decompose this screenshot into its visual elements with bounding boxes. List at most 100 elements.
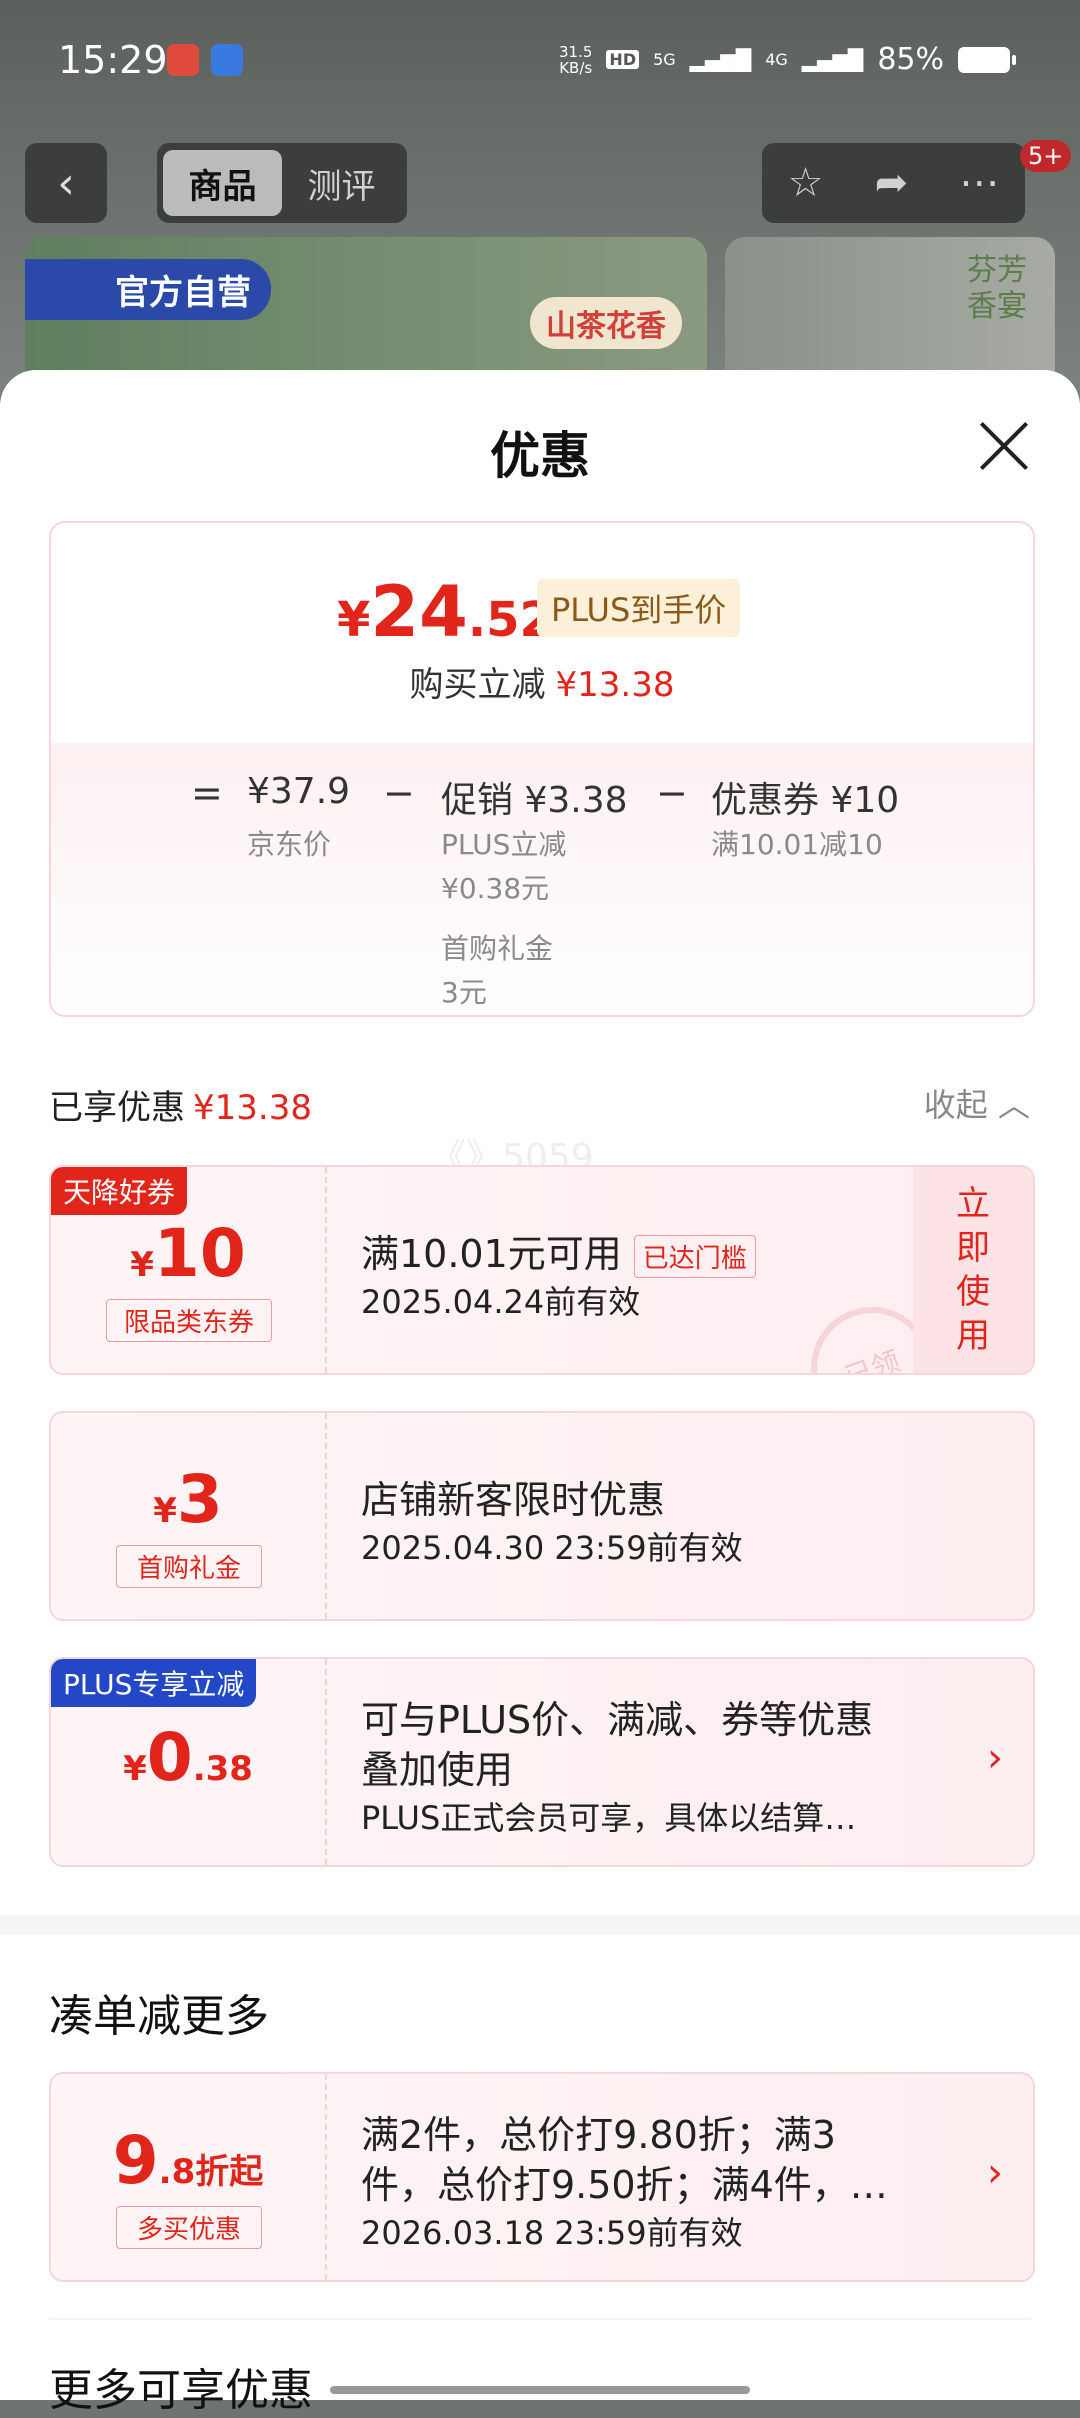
- section-separator: [0, 1915, 1080, 1935]
- flower-tag: 山茶花香: [530, 297, 682, 349]
- app-notification-icon: [167, 44, 199, 76]
- back-button[interactable]: ‹: [25, 143, 107, 223]
- plus-reduction-value: ¥0.38元: [441, 872, 550, 905]
- use-now-button[interactable]: 立即使用: [913, 1167, 1033, 1373]
- coupon-corner-tag: PLUS专享立减: [51, 1659, 257, 1707]
- bulk-discount-line2: 件，总价打9.50折；满4件，…: [361, 2163, 888, 2207]
- status-time: 15:29: [58, 38, 168, 82]
- more-deals-title: 凑单减更多: [49, 1991, 269, 2042]
- brand-tag: 官方自营: [25, 259, 271, 320]
- coupon-card-1[interactable]: 天降好券 ¥10 限品类东券 满10.01元可用 已达门槛 2025.04.24前…: [49, 1165, 1035, 1375]
- coupon-divider: [325, 1413, 327, 1619]
- final-price-yen: ¥: [337, 592, 371, 648]
- coupon-type: 首购礼金: [116, 1545, 262, 1588]
- coupon-corner-tag: 天降好券: [51, 1167, 188, 1215]
- coupon-value-dec: .38: [192, 1749, 253, 1789]
- chevron-up-icon: ︿: [997, 1086, 1030, 1124]
- back-icon: ‹: [57, 157, 75, 209]
- coupon-value-num: 0: [146, 1719, 193, 1796]
- instant-discount: 购买立减 ¥13.38: [51, 657, 1033, 706]
- enjoyed-discount: 已享优惠 ¥13.38: [49, 1080, 312, 1129]
- coupon-expiry: 2025.04.30 23:59前有效: [361, 1529, 743, 1567]
- price-summary: ¥24.52 PLUS到手价 购买立减 ¥13.38 = ¥37.9 京东价 − …: [49, 521, 1035, 1017]
- threshold-reached-badge: 已达门槛: [633, 1235, 756, 1278]
- equals-sign: =: [191, 771, 223, 815]
- coupon-value: ¥3: [51, 1461, 325, 1538]
- bulk-discount-num: 9: [112, 2122, 159, 2199]
- minus-sign-2: −: [656, 771, 688, 815]
- share-icon[interactable]: ➦: [875, 160, 909, 206]
- coupon-value: ¥0.38: [51, 1719, 325, 1796]
- coupon-value-num: 10: [153, 1215, 246, 1292]
- enjoyed-label: 已享优惠: [49, 1088, 185, 1128]
- battery-icon: [958, 46, 1016, 73]
- coupon-card-3[interactable]: PLUS专享立减 ¥0.38 可与PLUS价、满减、券等优惠 叠加使用 PLUS…: [49, 1657, 1035, 1867]
- first-purchase-label: 首购礼金: [441, 932, 554, 965]
- first-purchase-value: 3元: [441, 976, 487, 1009]
- coupon-value-yen: ¥: [153, 1491, 177, 1531]
- bulk-discount-card[interactable]: 9.8折起 多买优惠 满2件，总价打9.80折；满3 件，总价打9.50折；满4…: [49, 2072, 1035, 2282]
- coupon-value-num: 3: [176, 1461, 223, 1538]
- coupon-amount: 优惠券 ¥10: [711, 780, 900, 821]
- bulk-discount-expiry: 2026.03.18 23:59前有效: [361, 2214, 743, 2252]
- jd-price-label: 京东价: [247, 828, 332, 861]
- enjoyed-amount: ¥13.38: [193, 1088, 312, 1128]
- bulk-discount-dec: .8折起: [158, 2152, 264, 2192]
- coupon-value-yen: ¥: [123, 1749, 147, 1789]
- coupon-condition-text: 店铺新客限时优惠: [361, 1478, 666, 1522]
- coupon-expiry: 2025.04.24前有效: [361, 1283, 641, 1321]
- status-bar: 15:29 31.5 KB/s HD 5G ▂▄▆█ 4G ▂▄▆█ 85%: [0, 0, 1080, 120]
- sheet-title: 优惠: [490, 427, 590, 485]
- plus-price-tag: PLUS到手价: [537, 579, 741, 637]
- collapse-label: 收起: [923, 1086, 988, 1124]
- home-indicator[interactable]: [330, 2386, 750, 2394]
- coupon-divider: [325, 1659, 327, 1865]
- tab-review[interactable]: 测评: [282, 150, 401, 216]
- collapse-button[interactable]: 收起 ︿: [924, 1080, 1030, 1126]
- star-icon[interactable]: ☆: [788, 160, 824, 206]
- jd-price: ¥37.9: [247, 771, 351, 812]
- coupon-divider: [325, 1167, 327, 1373]
- nav-actions: ☆ ➦ ⋯: [762, 143, 1025, 223]
- discount-sheet: 优惠 ¥24.52 PLUS到手价 购买立减 ¥13.38 = ¥37.9 京东价…: [0, 370, 1080, 2416]
- signal-4g-icon: 4G: [765, 50, 788, 69]
- chevron-right-icon[interactable]: ›: [987, 2150, 1003, 2196]
- more-available-title: 更多可享优惠: [49, 2365, 313, 2416]
- network-speed: 31.5 KB/s: [559, 42, 593, 77]
- coupon-value-yen: ¥: [130, 1245, 154, 1285]
- instant-amount: ¥13.38: [555, 665, 675, 705]
- close-icon[interactable]: [975, 418, 1031, 474]
- bulk-discount-type: 多买优惠: [116, 2206, 262, 2249]
- hd-icon: HD: [606, 50, 640, 69]
- baidu-notification-icon: [211, 44, 243, 76]
- coupon-card-2[interactable]: ¥3 首购礼金 店铺新客限时优惠 2025.04.30 23:59前有效: [49, 1411, 1035, 1621]
- coupon-condition-label: 满10.01元可用: [361, 1232, 622, 1276]
- coupon-value: ¥10: [51, 1215, 325, 1292]
- chevron-right-icon[interactable]: ›: [987, 1735, 1003, 1781]
- message-badge: 5+: [1020, 140, 1072, 172]
- signal-bars-icon: ▂▄▆█: [689, 47, 752, 72]
- final-price-int: 24: [370, 571, 468, 653]
- nav-tabs: 商品 测评: [157, 143, 407, 223]
- coupon-type: 限品类东券: [106, 1299, 272, 1342]
- divider-line: [49, 2318, 1031, 2320]
- signal-bars-icon-2: ▂▄▆█: [801, 47, 864, 72]
- minus-sign-1: −: [383, 771, 415, 815]
- promo-amount: 促销 ¥3.38: [441, 780, 628, 821]
- bulk-discount-value: 9.8折起: [51, 2122, 325, 2199]
- coupon-condition: 满10.01减10: [711, 828, 883, 861]
- coupon-desc-line1: 可与PLUS价、满减、券等优惠: [361, 1698, 874, 1742]
- plus-reduction-label: PLUS立减: [441, 828, 567, 861]
- more-icon[interactable]: ⋯: [959, 160, 999, 206]
- final-price: ¥24.52: [337, 571, 553, 653]
- instant-label: 购买立减: [409, 665, 546, 705]
- coupon-note: PLUS正式会员可享，具体以结算…: [361, 1799, 857, 1837]
- battery-level: 85%: [877, 42, 944, 77]
- coupon-divider: [325, 2074, 327, 2280]
- bulk-discount-line1: 满2件，总价打9.80折；满3: [361, 2113, 836, 2157]
- coupon-desc-line2: 叠加使用: [361, 1748, 514, 1792]
- coupon-condition-text: 满10.01元可用 已达门槛: [361, 1223, 756, 1278]
- signal-5g-icon: 5G: [653, 50, 676, 69]
- side-text: 芬芳香宴: [967, 253, 1027, 324]
- tab-product[interactable]: 商品: [163, 150, 282, 216]
